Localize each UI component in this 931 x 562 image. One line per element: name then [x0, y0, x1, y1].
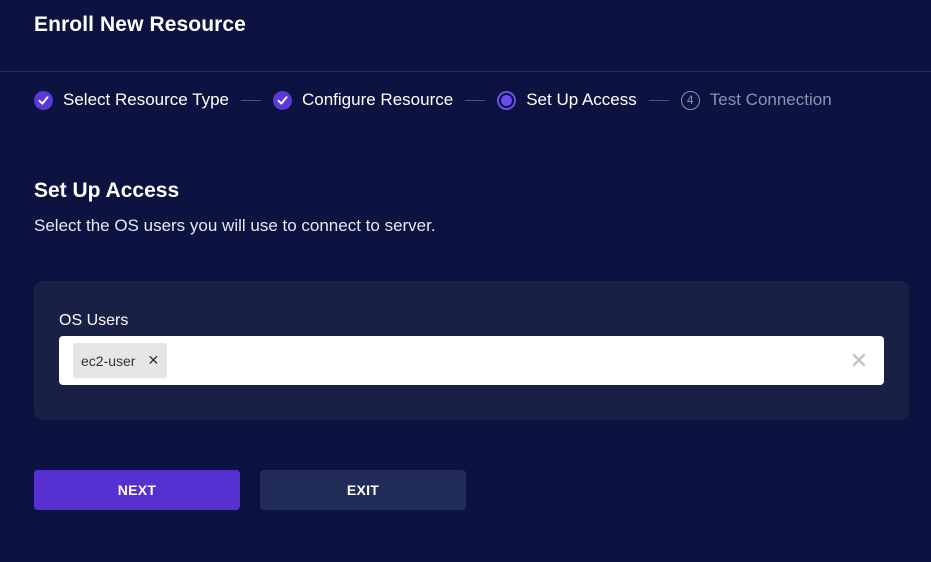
header-divider — [0, 71, 931, 72]
step-set-up-access: Set Up Access — [497, 90, 637, 110]
chip-remove-icon[interactable]: ✕ — [147, 352, 159, 369]
check-icon — [273, 90, 292, 110]
active-step-icon — [497, 90, 517, 110]
next-button[interactable]: NEXT — [34, 470, 240, 510]
step-connector — [648, 99, 669, 101]
os-user-chip: ec2-user ✕ — [73, 343, 168, 378]
check-icon — [34, 90, 53, 110]
step-test-connection: 4 Test Connection — [680, 90, 832, 110]
exit-button[interactable]: EXIT — [260, 470, 466, 510]
step-label: Set Up Access — [526, 90, 637, 109]
clear-all-icon[interactable] — [848, 349, 870, 371]
section-subtitle: Select the OS users you will use to conn… — [34, 216, 436, 235]
step-label: Configure Resource — [302, 90, 454, 109]
stepper: Select Resource Type Configure Resource … — [34, 89, 832, 111]
step-connector — [241, 99, 261, 101]
page-title: Enroll New Resource — [34, 13, 246, 36]
step-label: Test Connection — [709, 90, 832, 109]
step-select-resource-type: Select Resource Type — [34, 90, 229, 110]
chip-label: ec2-user — [81, 352, 136, 369]
os-users-label: OS Users — [59, 312, 129, 329]
enroll-resource-page: Enroll New Resource Select Resource Type… — [0, 0, 931, 562]
step-configure-resource: Configure Resource — [273, 90, 453, 110]
step-label: Select Resource Type — [63, 90, 229, 109]
step-connector — [465, 99, 486, 101]
step-number-icon: 4 — [680, 90, 700, 110]
section-title: Set Up Access — [34, 179, 180, 202]
os-users-card: OS Users ec2-user ✕ — [34, 281, 909, 420]
os-users-multiselect[interactable]: ec2-user ✕ — [59, 336, 884, 385]
